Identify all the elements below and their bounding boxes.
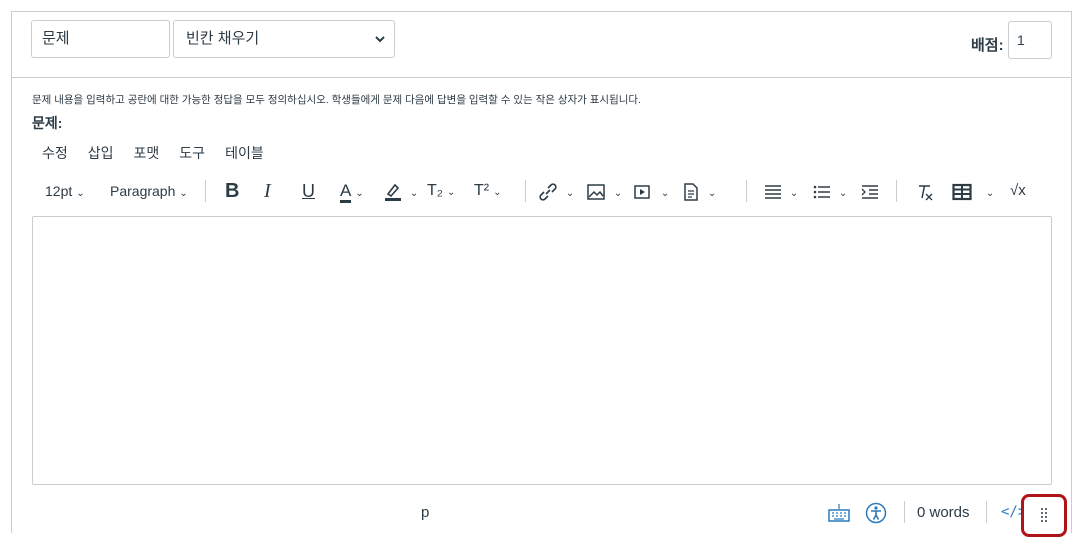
image-button[interactable]: ⌄ — [586, 176, 622, 206]
image-icon — [586, 183, 610, 201]
element-path[interactable]: p — [421, 504, 429, 521]
editor-statusbar: p 0 words </> — [12, 498, 1071, 528]
subscript-icon: T₂ — [427, 182, 443, 199]
question-editor-panel: 문제 빈칸 채우기 배점: 1 문제 내용을 입력하고 공란에 대한 가능한 정… — [11, 11, 1072, 533]
align-icon — [764, 183, 786, 200]
statusbar-divider — [904, 501, 905, 523]
highlight-icon — [384, 183, 406, 202]
word-count[interactable]: 0 words — [917, 504, 970, 521]
chevron-down-icon: ⌄ — [565, 188, 575, 199]
toolbar-divider — [205, 180, 206, 202]
editor-toolbar: 12pt ⌄ Paragraph ⌄ B I U A ⌄ ⌄ T₂ ⌄ T² ⌄ ⌄ — [32, 176, 1052, 206]
question-header: 문제 빈칸 채우기 배점: 1 — [12, 12, 1071, 78]
indent-icon — [861, 183, 879, 200]
accessibility-icon[interactable] — [865, 502, 887, 524]
chevron-down-icon: ⌄ — [446, 187, 456, 198]
menu-table[interactable]: 테이블 — [215, 141, 274, 165]
statusbar-divider — [986, 501, 987, 523]
block-format-select[interactable]: Paragraph ⌄ — [110, 176, 188, 206]
font-size-label: 12pt — [45, 183, 73, 199]
text-color-button[interactable]: A ⌄ — [340, 176, 364, 206]
highlight-button[interactable]: ⌄ — [384, 176, 418, 206]
menu-insert[interactable]: 삽입 — [78, 141, 124, 165]
chevron-down-icon: ⌄ — [707, 188, 717, 199]
question-type-select[interactable]: 빈칸 채우기 — [173, 20, 395, 58]
chevron-down-icon: ⌄ — [409, 188, 419, 199]
resize-handle[interactable] — [1021, 494, 1067, 537]
font-size-select[interactable]: 12pt ⌄ — [45, 176, 85, 206]
text-color-icon: A — [340, 181, 352, 203]
rich-text-editor-area[interactable] — [32, 216, 1052, 485]
clear-formatting-button[interactable] — [916, 176, 934, 206]
italic-icon[interactable]: I — [264, 176, 271, 206]
resize-handle-icon — [1040, 507, 1048, 528]
chevron-down-icon — [374, 21, 386, 71]
media-icon — [633, 183, 657, 200]
link-icon — [538, 183, 562, 201]
points-input[interactable]: 1 — [1008, 21, 1052, 59]
chevron-down-icon: ⌄ — [179, 188, 188, 199]
clear-formatting-icon — [916, 183, 934, 201]
question-type-label: 빈칸 채우기 — [186, 30, 260, 47]
list-button[interactable]: ⌄ — [813, 176, 847, 206]
keyboard-icon[interactable] — [827, 502, 851, 524]
toolbar-divider — [746, 180, 747, 202]
list-icon — [813, 183, 835, 199]
chevron-down-icon: ⌄ — [355, 188, 364, 199]
table-button[interactable]: ⌄ — [952, 176, 994, 206]
superscript-icon: T² — [474, 182, 490, 199]
question-name-input[interactable]: 문제 — [31, 20, 170, 58]
menu-edit[interactable]: 수정 — [32, 141, 78, 165]
block-format-label: Paragraph — [110, 183, 176, 199]
chevron-down-icon: ⌄ — [985, 188, 995, 199]
subscript-button[interactable]: T₂ ⌄ — [427, 176, 455, 206]
menu-tools[interactable]: 도구 — [169, 141, 215, 165]
editor-menubar: 수정 삽입 포맷 도구 테이블 — [32, 141, 274, 165]
points-label: 배점: — [971, 37, 1004, 54]
question-label: 문제: — [32, 115, 63, 131]
underline-icon[interactable]: U — [302, 176, 315, 206]
chevron-down-icon: ⌄ — [660, 188, 670, 199]
toolbar-divider — [896, 180, 897, 202]
bold-icon[interactable]: B — [225, 176, 239, 206]
toolbar-divider — [525, 180, 526, 202]
equation-icon[interactable]: √x — [1010, 176, 1026, 206]
indent-button[interactable] — [861, 176, 879, 206]
chevron-down-icon: ⌄ — [789, 188, 799, 199]
chevron-down-icon: ⌄ — [493, 187, 502, 198]
align-button[interactable]: ⌄ — [764, 176, 798, 206]
chevron-down-icon: ⌄ — [76, 188, 85, 199]
chevron-down-icon: ⌄ — [838, 188, 848, 199]
menu-format[interactable]: 포맷 — [124, 141, 170, 165]
document-button[interactable]: ⌄ — [682, 176, 716, 206]
superscript-button[interactable]: T² ⌄ — [474, 176, 502, 206]
table-icon — [952, 183, 976, 201]
chevron-down-icon: ⌄ — [613, 188, 623, 199]
media-button[interactable]: ⌄ — [633, 176, 669, 206]
instructions-text: 문제 내용을 입력하고 공란에 대한 가능한 정답을 모두 정의하십시오. 학생… — [32, 94, 641, 106]
link-button[interactable]: ⌄ — [538, 176, 574, 206]
document-icon — [682, 183, 704, 202]
